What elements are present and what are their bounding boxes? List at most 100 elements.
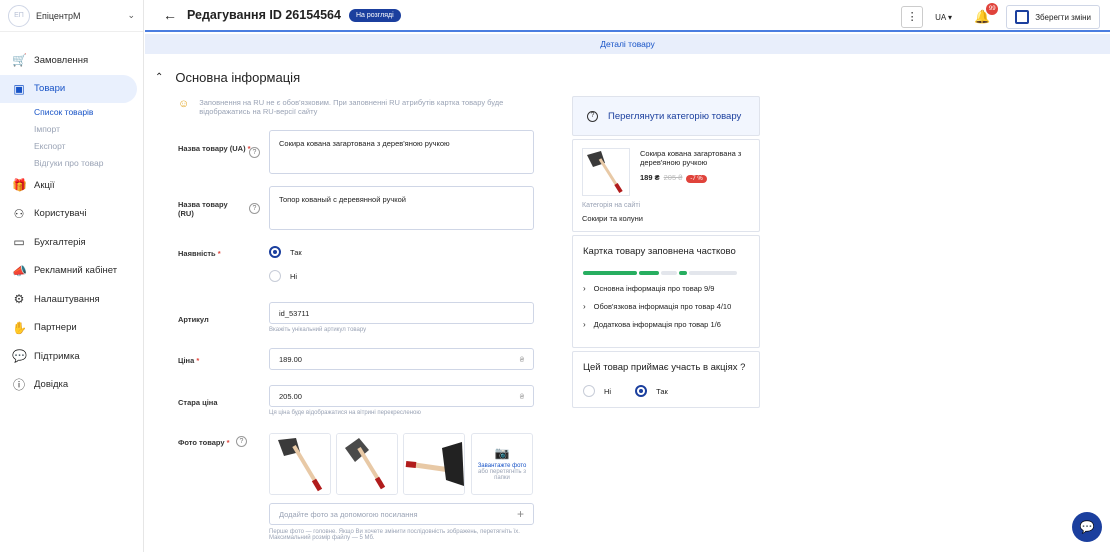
availability-no-radio[interactable]: Ні <box>269 270 297 282</box>
back-arrow-icon[interactable]: ← <box>163 7 177 23</box>
chat-support-button[interactable]: 💬 <box>1072 512 1102 542</box>
label-text: Назва товару (UA) <box>178 144 246 153</box>
help-icon[interactable]: ? <box>249 147 260 158</box>
view-category-label: Переглянути категорію товару <box>608 110 742 122</box>
completeness-title: Картка товару заповнена частково <box>583 246 736 257</box>
product-thumbnail <box>582 148 630 196</box>
name-ru-label: Назва товару (RU) <box>178 200 228 218</box>
details-tab[interactable]: Деталі товару <box>145 34 1110 54</box>
progress-segment <box>689 271 737 275</box>
brand-switcher[interactable]: ЕП ЕпіцентрМ ⌄ <box>0 0 143 32</box>
sidebar-item-ads[interactable]: 📣 Рекламний кабінет <box>0 257 143 286</box>
help-icon[interactable]: ? <box>249 203 260 214</box>
product-photo[interactable] <box>336 433 398 495</box>
save-button-label: Зберегти зміни <box>1035 12 1091 22</box>
axe-image <box>404 434 464 494</box>
sidebar-item-users[interactable]: ⚇ Користувачі <box>0 200 143 229</box>
product-preview-card: Сокира кована загартована з дерев'яною р… <box>572 139 760 232</box>
top-actions: ⋮ UA ▾ 🔔 99 Зберегти зміни <box>901 3 1100 29</box>
sidebar-item-label: Налаштування <box>34 293 100 305</box>
subnav-item-export[interactable]: Експорт <box>0 137 143 154</box>
sidebar-item-accounting[interactable]: ▭ Бухгалтерія <box>0 228 143 257</box>
cart-icon: 🛒 <box>12 53 27 68</box>
status-badge: На розгляді <box>348 8 401 22</box>
sidebar-item-label: Підтримка <box>34 350 80 362</box>
axe-image <box>337 434 397 494</box>
chevron-down-icon[interactable]: ⌄ <box>127 10 135 21</box>
promo-title: Цей товар приймає участь в акціях ? <box>583 362 746 373</box>
completeness-item[interactable]: › Основна інформація про товар 9/9 <box>583 284 749 293</box>
progress-segment <box>661 271 677 275</box>
subnav-item-import[interactable]: Імпорт <box>0 120 143 137</box>
progress-segment <box>639 271 659 275</box>
promo-yes-radio[interactable] <box>635 385 648 397</box>
sidebar-item-label: Бухгалтерія <box>34 236 86 248</box>
price-value: 189.00 <box>279 354 302 364</box>
help-icon[interactable]: ? <box>236 436 247 447</box>
sidebar-item-label: Акції <box>34 179 55 191</box>
bell-icon[interactable]: 🔔 99 <box>974 3 999 25</box>
floppy-disk-icon <box>1015 10 1030 24</box>
completeness-item-label: Основна інформація про товар 9/9 <box>593 284 715 293</box>
sidebar-item-label: Користувачі <box>34 208 87 220</box>
more-options-icon[interactable]: ⋮ <box>901 6 924 28</box>
sidebar-item-promotions[interactable]: 🎁 Акції <box>0 171 143 200</box>
upload-photo-box[interactable]: 📷 Завантажте фото або перетягніть з папк… <box>471 433 533 495</box>
hint-text: Заповнення на RU не є обов'язковим. При … <box>199 98 504 116</box>
photo-url-input[interactable]: Додайте фото за допомогою посилання + <box>269 503 534 525</box>
discount-badge: -7 % <box>686 175 707 183</box>
sku-value: id_53711 <box>279 308 310 318</box>
price-input[interactable]: 189.00 ₴ <box>269 348 534 370</box>
chevron-right-icon: › <box>583 302 586 311</box>
subnav-item-reviews[interactable]: Відгуки про товар <box>0 154 143 171</box>
megaphone-icon: 📣 <box>12 263 27 278</box>
name-ru-field[interactable]: Топор кованый с деревянной ручкой <box>269 186 534 230</box>
old-price-label: Стара ціна <box>178 398 218 407</box>
radio-checked-icon <box>269 246 281 258</box>
handshake-icon: ✋ <box>12 320 27 335</box>
sidebar-item-help[interactable]: ⓘ Довідка <box>0 371 143 400</box>
info-emoji-icon: ☺ <box>178 98 190 110</box>
sidebar-item-label: Рекламний кабінет <box>34 265 118 277</box>
sidebar-nav: 🛒 Замовлення ▣ Товари Список товарів Імпор… <box>0 32 143 399</box>
section-title: Основна інформація <box>175 70 301 85</box>
label-text: Фото товару <box>178 438 225 447</box>
sku-input[interactable]: id_53711 <box>269 302 534 324</box>
view-category-button[interactable]: ? Переглянути категорію товару <box>572 96 760 136</box>
brand-name: ЕпіцентрМ <box>36 10 81 21</box>
sidebar-item-products[interactable]: ▣ Товари <box>0 74 137 103</box>
ru-hint: ☺ Заповнення на RU не є обов'язковим. При… <box>178 98 538 116</box>
sku-helper: Вкажіть унікальний артикул товару <box>269 327 367 333</box>
product-photo[interactable] <box>403 433 465 495</box>
top-bar: ← Редагування ID 26154564 На розгляді ⋮ … <box>145 0 1110 32</box>
completeness-item[interactable]: › Обов'язкова інформація про товар 4/10 <box>583 302 749 311</box>
product-price-row: 189 ₴ 205 ₴ -7 % <box>640 173 707 183</box>
sidebar: ЕП ЕпіцентрМ ⌄ 🛒 Замовлення ▣ Товари Списо… <box>0 0 144 552</box>
save-button[interactable]: Зберегти зміни <box>1006 5 1100 29</box>
promo-yes-label: Так <box>656 386 668 396</box>
required-mark: * <box>226 438 230 447</box>
sidebar-item-support[interactable]: 💬 Підтримка <box>0 342 143 371</box>
product-photo[interactable] <box>269 433 331 495</box>
language-select[interactable]: UA ▾ <box>935 13 952 22</box>
promo-radios: Ні Так <box>583 385 749 397</box>
old-price-input[interactable]: 205.00 ₴ <box>269 385 534 407</box>
category-label: Категорія на сайті <box>582 202 641 209</box>
chat-icon: 💬 <box>12 349 27 364</box>
progress-segment <box>679 271 687 275</box>
completeness-item[interactable]: › Додаткова інформація про товар 1/6 <box>583 320 749 329</box>
name-ua-field[interactable]: Сокира кована загартована з дерев'яною р… <box>269 130 534 174</box>
sidebar-item-partners[interactable]: ✋ Партнери <box>0 314 143 343</box>
completeness-item-label: Додаткова інформація про товар 1/6 <box>593 320 721 329</box>
users-icon: ⚇ <box>13 206 25 221</box>
promo-no-radio[interactable] <box>583 385 595 397</box>
plus-icon[interactable]: + <box>517 507 524 521</box>
label-text: Наявність <box>178 249 216 258</box>
sidebar-item-orders[interactable]: 🛒 Замовлення <box>0 46 143 75</box>
subnav-item-product-list[interactable]: Список товарів <box>0 103 143 120</box>
sidebar-item-settings[interactable]: ⚙ Налаштування <box>0 285 143 314</box>
language-value: UA <box>935 12 946 22</box>
availability-yes-radio[interactable]: Так <box>269 246 302 258</box>
section-header[interactable]: ⌃ Основна інформація <box>155 70 300 85</box>
required-mark: * <box>196 356 200 365</box>
